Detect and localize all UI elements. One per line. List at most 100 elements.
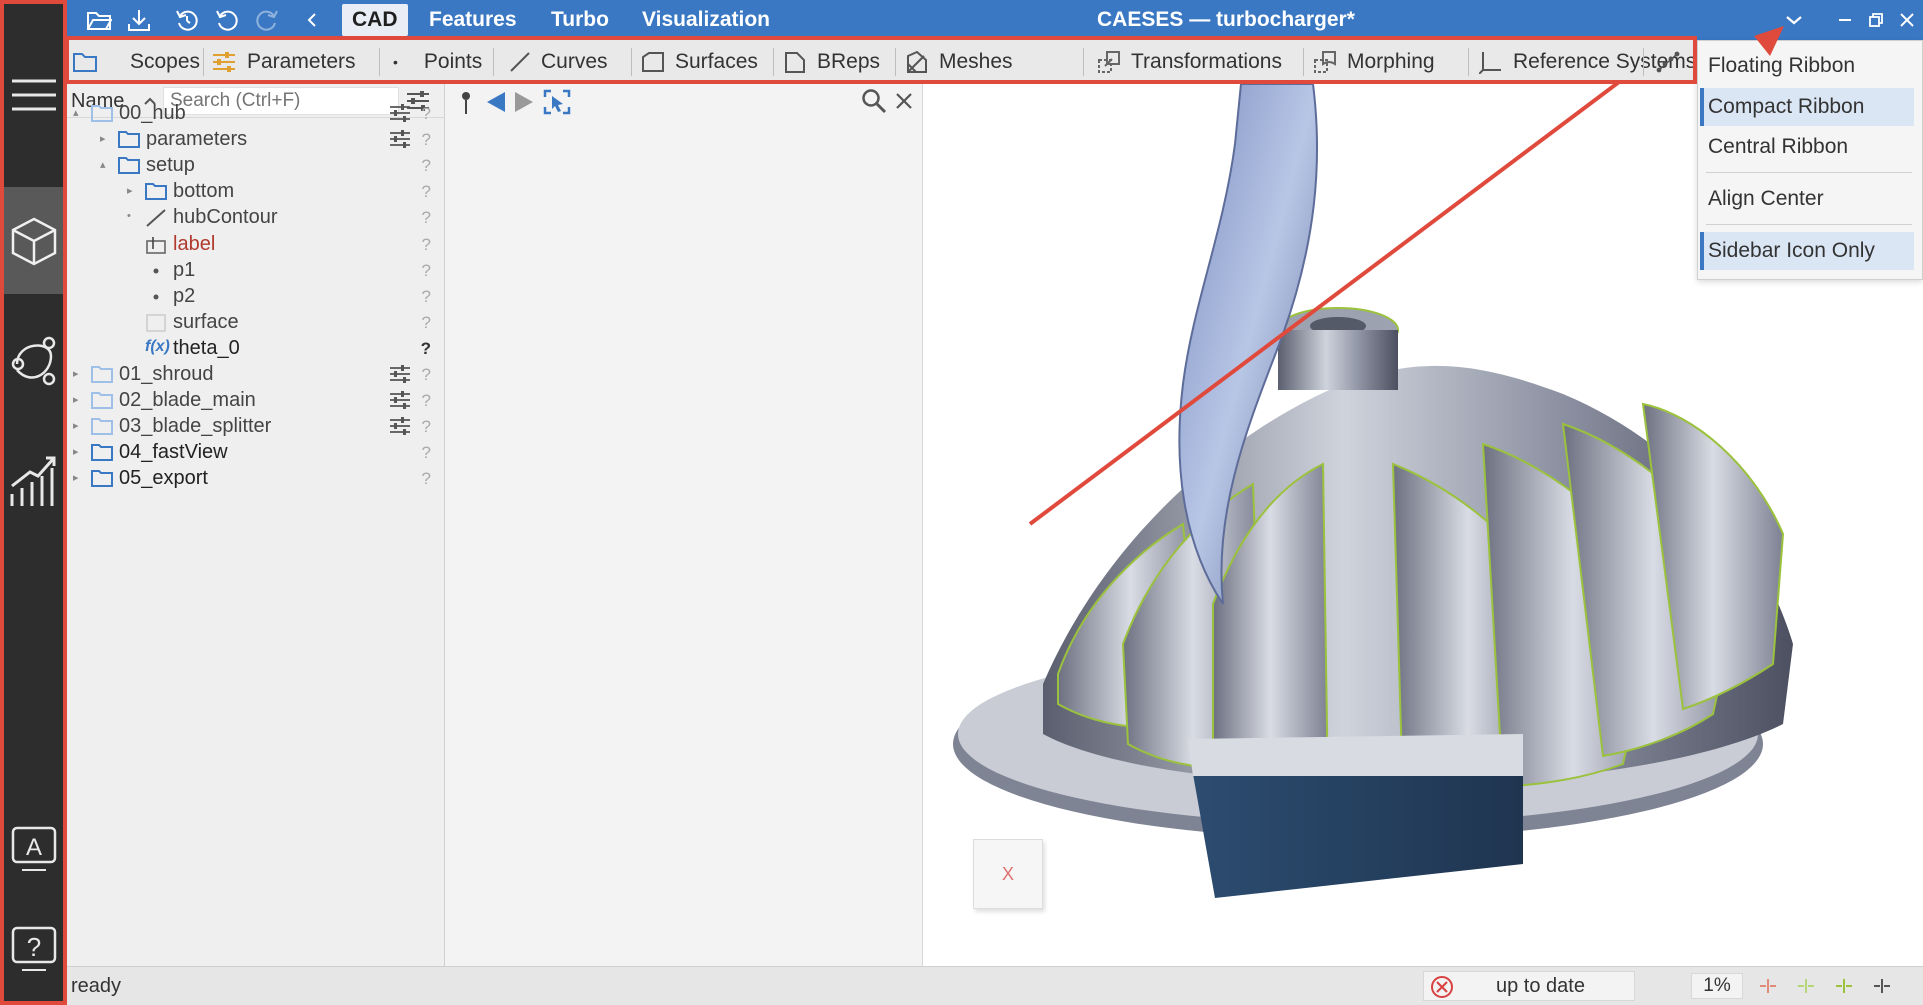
chevron-left-icon[interactable] [298, 6, 326, 34]
status-bar: ready up to date 1% [67, 966, 1923, 1005]
tree-row-label: 04_fastView [119, 441, 228, 464]
point-icon: • [393, 54, 398, 70]
tree-row-label: 05_export [119, 467, 208, 490]
ribbon-morphing[interactable]: Morphing [1313, 40, 1435, 84]
close-icon[interactable] [895, 92, 913, 116]
ribbon-curves[interactable]: Curves [509, 40, 608, 84]
curve-line-icon [510, 52, 530, 72]
expand-toggle-icon[interactable]: ▸ [73, 393, 79, 406]
ribbon-transformations[interactable]: Transformations [1097, 40, 1282, 84]
curve-nodes-icon[interactable] [4, 325, 63, 397]
reference-axes-icon [1479, 52, 1501, 74]
undo-icon[interactable] [213, 6, 241, 34]
tab-features[interactable]: Features [419, 4, 527, 36]
cad-cube-icon[interactable] [4, 187, 63, 294]
expand-toggle-icon[interactable]: ▸ [73, 471, 79, 484]
status-unknown-marker: ? [421, 234, 431, 254]
expand-toggle-icon[interactable]: ▸ [100, 132, 106, 145]
zoom-level[interactable]: 1% [1691, 973, 1743, 999]
split-left-icon[interactable] [1757, 977, 1779, 1001]
tree-row-label: 02_blade_main [119, 389, 256, 412]
tab-cad[interactable]: CAD [342, 4, 408, 36]
menu-item-sidebar-icon-only[interactable]: Sidebar Icon Only [1700, 232, 1914, 270]
ribbon-toolbar: Scopes Parameters • Points Curves Surfac… [67, 40, 1697, 84]
title-bar: CAD Features Turbo Visualization CAESES … [67, 0, 1923, 40]
back-arrow-icon[interactable] [485, 90, 507, 120]
expand-toggle-icon[interactable]: ▸ [127, 184, 133, 197]
expand-toggle-icon[interactable]: ▸ [73, 419, 79, 432]
select-target-icon[interactable] [543, 89, 571, 121]
tree-row-label: p1 [173, 258, 196, 281]
hamburger-menu-icon[interactable] [4, 60, 63, 130]
ribbon-parameters[interactable]: Parameters [211, 40, 356, 84]
chart-growth-icon[interactable] [4, 445, 63, 517]
tab-turbo[interactable]: Turbo [541, 4, 619, 36]
status-unknown-marker: ? [421, 391, 431, 411]
update-state-box[interactable]: up to date [1423, 971, 1635, 1001]
ribbon-meshes[interactable]: Meshes [905, 40, 1013, 84]
mesh-icon [907, 50, 927, 73]
tree-row-label: theta_0 [173, 336, 240, 359]
menu-divider [1706, 224, 1912, 225]
folder-icon [73, 53, 97, 72]
search-icon[interactable] [861, 88, 887, 120]
menu-item-central-ribbon[interactable]: Central Ribbon [1700, 128, 1914, 166]
menu-item-floating-ribbon[interactable]: Floating Ribbon [1700, 47, 1914, 85]
annotation-arrowhead [1754, 26, 1784, 56]
ribbon-scopes[interactable]: Scopes [72, 40, 200, 84]
status-unknown-marker: ? [421, 130, 431, 150]
update-state-label: up to date [1496, 975, 1585, 997]
expand-toggle-icon[interactable]: • [127, 210, 131, 222]
ribbon-surfaces[interactable]: Surfaces [641, 40, 758, 84]
expand-toggle-icon[interactable]: ▴ [73, 106, 79, 119]
status-unknown-marker: ? [421, 312, 431, 332]
menu-item-compact-ribbon[interactable]: Compact Ribbon [1700, 88, 1914, 126]
tree-row-label: 00_hub [119, 102, 186, 124]
expand-toggle-icon[interactable]: ▴ [100, 158, 106, 171]
orientation-cube[interactable]: X [973, 839, 1043, 909]
tab-visualization[interactable]: Visualization [632, 4, 780, 36]
window-title: CAESES — turbocharger* [1097, 8, 1355, 31]
status-unknown-marker: ? [421, 365, 431, 384]
svg-text:A: A [25, 834, 41, 861]
status-unknown-marker: ? [421, 208, 431, 228]
revert-icon[interactable] [173, 6, 201, 34]
expand-toggle-icon[interactable]: ▸ [73, 367, 79, 380]
close-window-icon[interactable] [1893, 6, 1921, 34]
ribbon-breps[interactable]: BReps [783, 40, 880, 84]
split-center-icon[interactable] [1795, 977, 1817, 1001]
status-unknown-marker: ? [420, 338, 431, 358]
tree-row-label: 01_shroud [119, 363, 214, 385]
split-right-icon[interactable] [1833, 977, 1855, 1001]
open-folder-icon[interactable] [85, 6, 113, 34]
status-unknown-marker: ? [421, 156, 431, 176]
help-question-icon[interactable]: ? [4, 920, 63, 978]
minimize-icon[interactable] [1831, 6, 1859, 34]
pin-icon[interactable] [457, 90, 475, 122]
morphing-icon [1314, 51, 1336, 73]
status-text: ready [71, 975, 122, 997]
transform-icon [1098, 51, 1120, 73]
split-end-icon[interactable] [1871, 977, 1893, 1001]
ribbon-more-icon[interactable] [1655, 40, 1681, 84]
tree-row[interactable]: ▸ 05_export? [67, 463, 445, 495]
expand-toggle-icon[interactable]: ▸ [73, 445, 79, 458]
menu-item-align-center[interactable]: Align Center [1700, 180, 1914, 218]
tree-row-label: surface [173, 310, 239, 333]
status-unknown-marker: ? [421, 260, 431, 280]
ribbon-points[interactable]: • Points [393, 40, 482, 84]
status-unknown-marker: ? [421, 182, 431, 202]
download-icon[interactable] [125, 6, 153, 34]
object-tree-panel: Name ▴00_hub?▸parameters?▴setup?▸bottom?… [67, 84, 445, 966]
redo-icon[interactable] [253, 6, 281, 34]
font-a-icon[interactable]: A [4, 820, 63, 878]
forward-arrow-icon[interactable] [513, 90, 535, 120]
tree-row-label: label [173, 232, 216, 255]
tree-row-label: p2 [173, 284, 196, 307]
left-sidebar: A ? [0, 0, 67, 1005]
restore-icon[interactable] [1862, 6, 1890, 34]
tree-row-label: bottom [173, 180, 235, 203]
error-circle-icon [1431, 976, 1453, 998]
tree-row-label: parameters [146, 128, 248, 151]
status-unknown-marker: ? [421, 443, 431, 463]
